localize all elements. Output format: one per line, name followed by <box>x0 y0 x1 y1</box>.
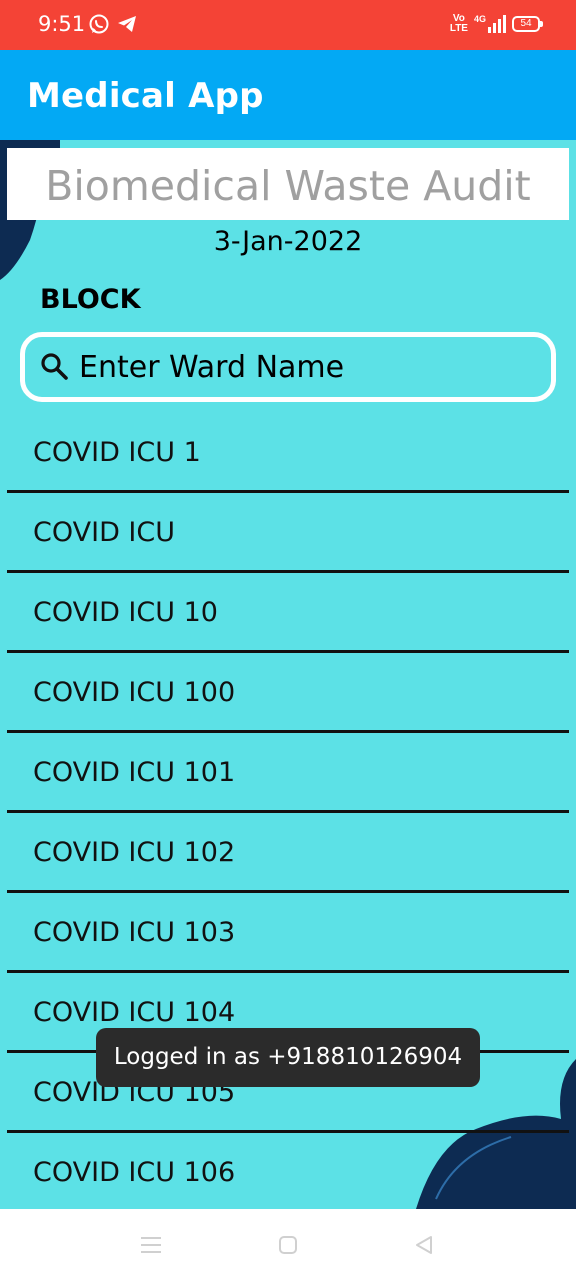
app-bar: Medical App <box>0 50 576 140</box>
battery-level: 54 <box>520 18 532 29</box>
ward-list-item[interactable]: COVID ICU 103 <box>0 892 576 973</box>
back-icon[interactable] <box>414 1235 434 1260</box>
navigation-bar <box>0 1209 576 1280</box>
audit-date: 3-Jan-2022 <box>213 226 363 257</box>
ward-label: COVID ICU 106 <box>33 1157 236 1188</box>
home-icon[interactable] <box>278 1235 298 1260</box>
ward-label: COVID ICU 103 <box>33 917 236 948</box>
network-type-label: 4G <box>473 14 486 24</box>
ward-list-item[interactable]: COVID ICU 100 <box>0 652 576 733</box>
ward-label: COVID ICU 10 <box>33 597 218 628</box>
ward-label: COVID ICU 104 <box>33 997 236 1028</box>
ward-list: COVID ICU 1 COVID ICU COVID ICU 10 COVID IC… <box>0 412 576 1209</box>
signal-icon: 4G <box>474 15 506 33</box>
login-toast: Logged in as +918810126904 <box>96 1028 480 1087</box>
block-label: BLOCK <box>40 284 141 315</box>
ward-list-item[interactable]: COVID ICU 102 <box>0 812 576 893</box>
ward-list-item[interactable]: COVID ICU <box>0 492 576 573</box>
battery-icon: 54 <box>512 16 543 32</box>
status-time: 9:51 <box>38 12 86 36</box>
page-title: Biomedical Waste Audit <box>45 162 531 210</box>
app-title: Medical App <box>27 76 264 116</box>
ward-list-item[interactable]: COVID ICU 10 <box>0 572 576 653</box>
header-banner: Biomedical Waste Audit <box>7 148 569 220</box>
search-input[interactable] <box>79 337 519 397</box>
ward-label: COVID ICU 101 <box>33 757 236 788</box>
menu-icon[interactable] <box>140 1235 162 1260</box>
volte-indicator: Vo LTE <box>449 13 468 34</box>
ward-list-item[interactable]: COVID ICU 1 <box>0 412 576 493</box>
ward-list-item[interactable]: COVID ICU 106 <box>0 1132 576 1209</box>
ward-label: COVID ICU 1 <box>33 437 201 468</box>
ward-label: COVID ICU 102 <box>33 837 236 868</box>
status-bar: 9:51 Vo LTE 4G 54 <box>0 0 576 50</box>
status-right: Vo LTE 4G 54 <box>449 13 543 34</box>
telegram-icon <box>116 13 138 40</box>
ward-list-item[interactable]: COVID ICU 101 <box>0 732 576 813</box>
screen: 9:51 Vo LTE 4G 54 Medical App Biomedical… <box>0 0 576 1280</box>
whatsapp-icon <box>88 13 110 40</box>
ward-label: COVID ICU <box>33 517 176 548</box>
search-box[interactable] <box>20 332 556 402</box>
ward-label: COVID ICU 100 <box>33 677 236 708</box>
search-icon <box>39 351 69 386</box>
